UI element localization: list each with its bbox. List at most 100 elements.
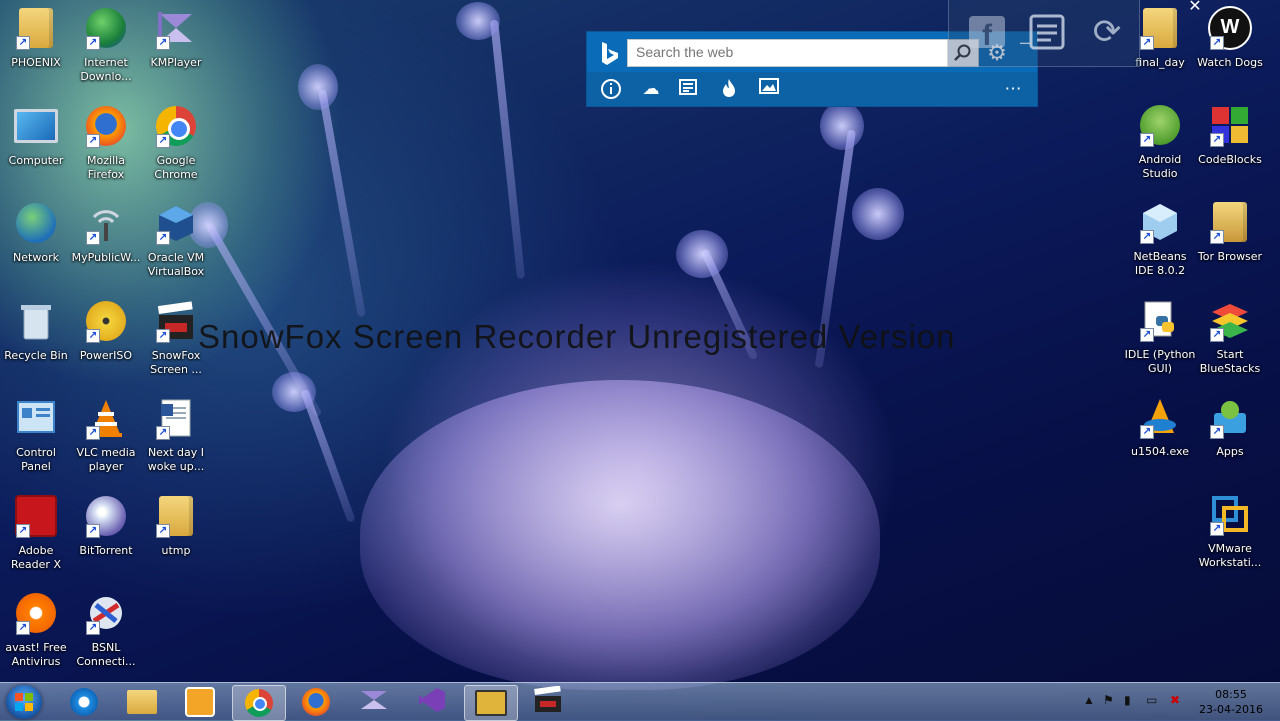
volume-muted-icon[interactable]: ✖	[1170, 693, 1180, 707]
desktop-icon-label: Internet Downlo...	[80, 56, 132, 83]
system-clock[interactable]: 08:55 23-04-2016	[1196, 687, 1266, 717]
bing-search-input[interactable]	[628, 40, 954, 64]
folder-icon: ↗	[154, 494, 198, 538]
desktop-icon-label: Network	[13, 251, 59, 264]
bittorrent-icon: ↗	[84, 494, 128, 538]
clapperboard-icon: ↗	[154, 299, 198, 343]
bing-search-box[interactable]	[627, 39, 979, 67]
desktop-icon[interactable]: ↗ Start BlueStacks	[1194, 298, 1266, 376]
visual-studio-icon	[359, 687, 389, 718]
shortcut-arrow-icon: ↗	[1210, 36, 1224, 50]
desktop-icon-label: avast! Free Antivirus	[5, 641, 67, 668]
desktop-icon-label: PHOENIX	[11, 56, 61, 69]
bluestacks-icon: ↗	[1208, 298, 1252, 342]
weather-icon[interactable]: ☁	[639, 78, 663, 100]
taskbar-button[interactable]	[174, 685, 226, 719]
desktop-icon-label: VLC media player	[76, 446, 136, 473]
feed-icon[interactable]	[1027, 12, 1067, 52]
desktop-icon[interactable]: ↗ Google Chrome	[140, 104, 212, 182]
flag-icon[interactable]: ⚑	[1103, 693, 1114, 707]
shortcut-arrow-icon: ↗	[1210, 522, 1224, 536]
desktop-icon-label: Oracle VM VirtualBox	[147, 251, 205, 278]
network-tray-icon[interactable]: ▭	[1146, 693, 1157, 707]
news-icon[interactable]	[677, 78, 701, 100]
trending-icon[interactable]	[717, 78, 741, 100]
refresh-icon[interactable]: ⟳	[1087, 12, 1127, 52]
shortcut-arrow-icon: ↗	[16, 523, 30, 538]
chrome-icon	[245, 689, 273, 717]
python-idle-icon: ↗	[1138, 298, 1182, 342]
svg-text:f: f	[982, 19, 993, 49]
taskbar-button[interactable]	[522, 684, 574, 719]
kmplayer-icon: ↗	[154, 6, 198, 50]
desktop-icon[interactable]: ↗ PHOENIX	[0, 6, 72, 70]
desktop-icon[interactable]: ↗ VMware Workstati...	[1194, 492, 1266, 570]
desktop-icon[interactable]: W ↗ Watch Dogs	[1194, 6, 1266, 70]
images-icon[interactable]	[757, 78, 781, 100]
desktop-icon[interactable]: ↗ u1504.exe	[1124, 395, 1196, 459]
desktop-icon[interactable]: ↗ Tor Browser	[1194, 200, 1266, 264]
shortcut-arrow-icon: ↗	[16, 36, 30, 50]
document-icon: ↗	[154, 396, 198, 440]
avast-icon: ↗	[14, 591, 58, 635]
netbeans-icon: ↗	[1138, 200, 1182, 244]
show-hidden-icons[interactable]: ▲	[1083, 693, 1095, 707]
desktop-icon[interactable]: ↗ Internet Downlo...	[70, 6, 142, 84]
desktop-icon-label: Mozilla Firefox	[87, 153, 125, 181]
desktop-icon-label: VMware Workstati...	[1198, 542, 1262, 569]
shortcut-arrow-icon: ↗	[1210, 425, 1224, 439]
device-icon[interactable]: ▮	[1124, 693, 1131, 707]
desktop-widget-panel: f ⟳	[948, 0, 1140, 67]
desktop-icon[interactable]: ↗ Next day I woke up...	[140, 396, 212, 474]
desktop-icon[interactable]: ↗ VLC media player	[70, 396, 142, 474]
desktop-icon[interactable]: ↗ KMPlayer	[140, 6, 212, 70]
desktop-icon[interactable]: ↗ NetBeans IDE 8.0.2	[1124, 200, 1196, 278]
clock-date: 23-04-2016	[1199, 703, 1263, 716]
desktop-icon[interactable]: ↗ Oracle VM VirtualBox	[140, 201, 212, 279]
desktop-icon[interactable]: ↗ Apps	[1194, 395, 1266, 459]
taskbar-button[interactable]	[232, 685, 286, 721]
desktop-icon[interactable]: Computer	[0, 104, 72, 168]
desktop-icon[interactable]: ↗ PowerISO	[70, 299, 142, 363]
shortcut-arrow-icon: ↗	[86, 621, 100, 635]
facebook-icon[interactable]: f	[967, 12, 1007, 52]
desktop-icon-label: Recycle Bin	[4, 348, 68, 362]
android-studio-icon: ↗	[1138, 103, 1182, 147]
shortcut-arrow-icon: ↗	[16, 621, 30, 635]
desktop-icon[interactable]: ↗ IDLE (Python GUI)	[1124, 298, 1196, 376]
desktop-icon[interactable]: ↗ avast! Free Antivirus	[0, 591, 72, 669]
info-icon[interactable]	[599, 78, 623, 100]
taskbar-button[interactable]	[116, 685, 168, 719]
taskbar-button[interactable]	[406, 685, 458, 719]
user-folder-icon: ↗	[14, 6, 58, 50]
desktop-icon-label: MyPublicW...	[71, 251, 141, 264]
taskbar-button[interactable]	[464, 685, 518, 721]
vmware-icon: ↗	[1208, 492, 1252, 536]
codeblocks-icon: ↗	[1208, 103, 1252, 147]
shortcut-arrow-icon: ↗	[1210, 133, 1224, 147]
desktop-icon[interactable]: ↗ BitTorrent	[70, 494, 142, 558]
desktop-icon[interactable]: Network	[0, 201, 72, 265]
desktop-icon[interactable]: ↗ Adobe Reader X	[0, 494, 72, 572]
desktop-icon[interactable]: ↗ CodeBlocks	[1194, 103, 1266, 167]
close-icon[interactable]: ✕	[1186, 0, 1204, 16]
taskbar-button[interactable]	[290, 685, 342, 719]
apps-icon: ↗	[1208, 395, 1252, 439]
desktop-icon-label: Start BlueStacks	[1199, 348, 1261, 375]
shortcut-arrow-icon: ↗	[1140, 425, 1154, 439]
desktop-icon[interactable]: Control Panel	[0, 396, 72, 474]
taskbar-button[interactable]	[348, 685, 400, 719]
taskbar-button[interactable]	[58, 685, 110, 719]
desktop-icon[interactable]: ↗ MyPublicW...	[70, 201, 142, 265]
desktop-icon-label: Google Chrome	[154, 153, 198, 181]
desktop-icon[interactable]: ↗ Mozilla Firefox	[70, 104, 142, 182]
bing-logo-icon[interactable]	[599, 41, 621, 65]
desktop-icon[interactable]: Recycle Bin	[0, 299, 72, 363]
more-icon[interactable]: ⋯	[1001, 78, 1025, 100]
desktop-icon[interactable]: ↗ BSNL Connecti...	[70, 591, 142, 669]
desktop-icon[interactable]: ↗ Android Studio	[1124, 103, 1196, 181]
shortcut-arrow-icon: ↗	[1140, 230, 1154, 244]
u1504-icon: ↗	[1138, 395, 1182, 439]
start-button[interactable]	[6, 685, 42, 719]
desktop-icon[interactable]: ↗ utmp	[140, 494, 212, 558]
